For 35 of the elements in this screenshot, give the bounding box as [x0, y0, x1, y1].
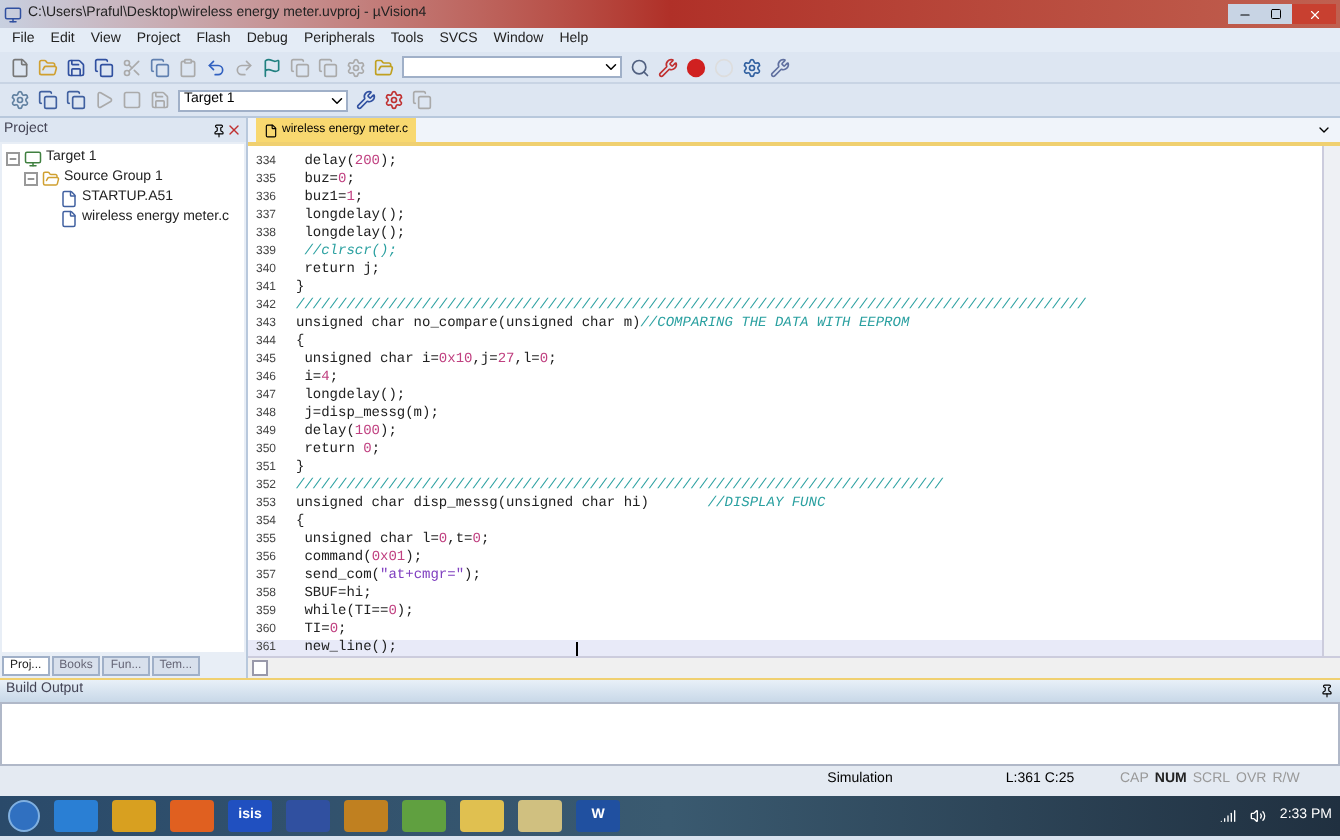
flag-icon[interactable] [262, 57, 282, 77]
file-icon [264, 123, 278, 137]
file-icon [60, 189, 78, 207]
expander-icon[interactable] [24, 171, 38, 185]
folder-icon [42, 169, 60, 187]
close-icon [1307, 7, 1321, 21]
new-file-icon[interactable] [10, 57, 30, 77]
maximize-icon [1270, 8, 1282, 20]
target-options-icon[interactable] [356, 90, 376, 110]
redo-icon[interactable] [234, 57, 254, 77]
find-combo[interactable] [402, 56, 622, 78]
vertical-scrollbar[interactable] [1322, 146, 1340, 656]
close-icon[interactable] [226, 122, 242, 138]
maximize-button[interactable] [1260, 4, 1292, 24]
cut-icon[interactable] [122, 57, 142, 77]
copy-icon[interactable] [150, 57, 170, 77]
app-icon [4, 5, 22, 23]
pin-icon[interactable] [1320, 684, 1334, 698]
horizontal-scrollbar[interactable] [248, 656, 1340, 678]
file-icon [60, 209, 78, 227]
breakpoint-icon[interactable] [686, 57, 706, 77]
network-icon[interactable] [1219, 808, 1236, 824]
save-icon[interactable] [66, 57, 86, 77]
paste-icon[interactable] [178, 57, 198, 77]
volume-icon[interactable] [1249, 808, 1266, 824]
search-icon[interactable] [630, 57, 650, 77]
text-cursor [576, 641, 579, 656]
start-button[interactable] [8, 800, 40, 832]
open-folder-icon[interactable] [38, 57, 58, 77]
pin-icon[interactable] [212, 123, 226, 137]
tab-list-icon[interactable] [1316, 122, 1332, 138]
minimize-button[interactable] [1228, 4, 1260, 24]
undo-icon[interactable] [206, 57, 226, 77]
configure-icon[interactable] [770, 57, 790, 77]
expander-icon[interactable] [6, 151, 20, 165]
